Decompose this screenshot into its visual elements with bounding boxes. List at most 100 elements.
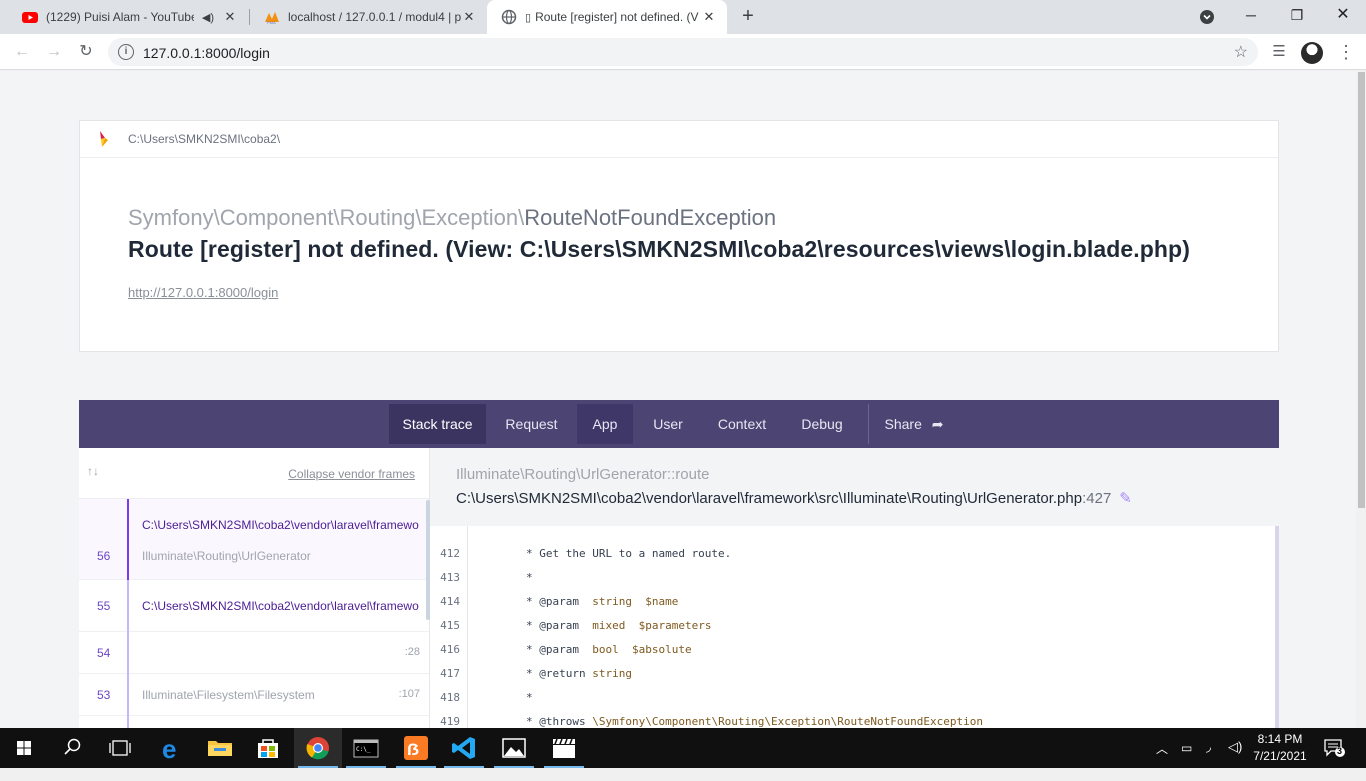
back-button[interactable]: ← bbox=[10, 40, 34, 64]
selected-frame-file: C:\Users\SMKN2SMI\coba2\vendor\laravel\f… bbox=[456, 489, 1132, 507]
line-number: 417 bbox=[440, 667, 460, 680]
reading-list-icon[interactable]: ☰ bbox=[1267, 40, 1291, 64]
collapse-vendor-frames-link[interactable]: Collapse vendor frames bbox=[288, 467, 415, 481]
volume-icon[interactable]: ◁) bbox=[1228, 739, 1242, 779]
close-tab-icon[interactable]: ✕ bbox=[461, 9, 477, 25]
stack-frame[interactable]: 54 :28 bbox=[79, 632, 429, 674]
notification-count: 3 bbox=[1337, 746, 1343, 756]
close-tab-icon[interactable]: ✕ bbox=[222, 9, 238, 25]
tab-debug[interactable]: Debug bbox=[791, 404, 853, 444]
ignition-logo-icon bbox=[100, 131, 108, 147]
page-content: C:\Users\SMKN2SMI\coba2\ Symfony\Compone… bbox=[0, 71, 1356, 728]
clock-time: 8:14 PM bbox=[1257, 732, 1303, 746]
code-line: 419 * @throws \Symfony\Component\Routing\… bbox=[430, 710, 1279, 728]
new-tab-button[interactable]: + bbox=[736, 5, 760, 29]
close-window-button[interactable]: ✕ bbox=[1320, 0, 1366, 34]
search-button[interactable] bbox=[48, 728, 96, 768]
forward-button[interactable]: → bbox=[42, 40, 66, 64]
wifi-icon[interactable]: ◞ bbox=[1206, 739, 1211, 779]
start-button[interactable] bbox=[0, 728, 48, 768]
address-bar[interactable]: i 127.0.0.1:8000/login ☆ bbox=[108, 38, 1258, 66]
tab-share[interactable]: Share ➦ bbox=[879, 404, 949, 444]
frame-nav-arrows-icon[interactable]: ↑↓ bbox=[87, 464, 99, 478]
show-hidden-icons-chevron-icon[interactable]: ︿ bbox=[1156, 740, 1168, 780]
xampp-app[interactable]: ẞ bbox=[392, 728, 440, 768]
url-text: 127.0.0.1:8000/login bbox=[143, 45, 270, 61]
code-line: 418 * bbox=[430, 686, 1279, 710]
edge-icon: e bbox=[162, 734, 176, 764]
exception-class: Symfony\Component\Routing\Exception\Rout… bbox=[128, 205, 776, 231]
speaker-icon[interactable]: ◀) bbox=[202, 11, 214, 24]
frame-number: 56 bbox=[97, 549, 111, 563]
bookmark-star-icon[interactable]: ☆ bbox=[1234, 42, 1248, 62]
edge-app[interactable]: e bbox=[148, 728, 196, 768]
tab-request[interactable]: Request bbox=[493, 404, 570, 444]
tab-label: Route [register] not defined. (V bbox=[535, 10, 699, 24]
exception-message: Route [register] not defined. (View: C:\… bbox=[128, 236, 1190, 262]
reload-button[interactable]: ↻ bbox=[74, 40, 98, 64]
code-line: 415 * @param mixed $parameters bbox=[430, 614, 1279, 638]
menu-icon[interactable]: ⋮ bbox=[1334, 40, 1358, 64]
frame-number: 54 bbox=[97, 646, 111, 660]
edit-pencil-icon[interactable]: ✎ bbox=[1119, 489, 1132, 507]
photos-app[interactable] bbox=[490, 728, 538, 768]
code-line: 413 * bbox=[430, 566, 1279, 590]
selected-file-line: :427 bbox=[1082, 490, 1112, 507]
terminal-icon: C:\_ bbox=[353, 739, 379, 758]
line-number: 416 bbox=[440, 643, 460, 656]
tab-search-button[interactable] bbox=[1184, 0, 1230, 34]
windows-logo-icon bbox=[17, 741, 31, 755]
battery-icon[interactable]: ▭ bbox=[1181, 741, 1192, 781]
exception-short-name: RouteNotFoundException bbox=[524, 205, 777, 230]
frame-line: :28 bbox=[404, 646, 420, 658]
stack-frame[interactable] bbox=[79, 716, 429, 728]
error-card: C:\Users\SMKN2SMI\coba2\ Symfony\Compone… bbox=[79, 120, 1279, 352]
profile-avatar[interactable] bbox=[1301, 42, 1323, 64]
page-scrollbar-thumb[interactable] bbox=[1358, 72, 1365, 508]
info-icon[interactable]: i bbox=[118, 44, 134, 60]
clapperboard-icon bbox=[553, 738, 575, 758]
stack-frame[interactable]: 53 Illuminate\Filesystem\Filesystem :107 bbox=[79, 674, 429, 716]
folder-icon bbox=[208, 741, 232, 756]
tab-app[interactable]: App bbox=[577, 404, 633, 444]
browser-tab-phpmyadmin[interactable]: PMA localhost / 127.0.0.1 / modul4 | p ✕ bbox=[250, 0, 487, 34]
restore-button[interactable]: ❐ bbox=[1274, 0, 1320, 34]
video-editor-app[interactable] bbox=[540, 728, 588, 768]
file-explorer-app[interactable] bbox=[196, 728, 244, 768]
xampp-icon: ẞ bbox=[404, 736, 428, 760]
line-text: * @param mixed $parameters bbox=[526, 619, 712, 632]
terminal-app[interactable]: C:\_ bbox=[342, 728, 390, 768]
taskbar-clock[interactable]: 8:14 PM 7/21/2021 bbox=[1246, 731, 1314, 765]
close-tab-icon[interactable]: ✕ bbox=[701, 9, 717, 25]
browser-tab-active[interactable]: ▯ Route [register] not defined. (V ✕ bbox=[487, 0, 727, 34]
task-view-button[interactable] bbox=[96, 728, 144, 768]
minimize-button[interactable]: ─ bbox=[1228, 0, 1274, 34]
photos-icon bbox=[502, 738, 526, 758]
chrome-app[interactable] bbox=[294, 728, 342, 768]
stack-frame[interactable]: 55 C:\Users\SMKN2SMI\coba2\vendor\larave… bbox=[79, 580, 429, 632]
frame-class: Illuminate\Routing\UrlGenerator bbox=[142, 549, 311, 563]
tab-label: localhost / 127.0.0.1 / modul4 | p bbox=[288, 10, 461, 24]
tab-stack-trace[interactable]: Stack trace bbox=[389, 404, 486, 444]
frame-line: :107 bbox=[398, 688, 420, 700]
stack-frame[interactable]: C:\Users\SMKN2SMI\coba2\vendor\laravel\f… bbox=[79, 499, 429, 580]
frame-number: 53 bbox=[97, 688, 111, 702]
line-text: * @return string bbox=[526, 667, 632, 680]
share-arrow-icon: ➦ bbox=[931, 416, 944, 432]
request-url-link[interactable]: http://127.0.0.1:8000/login bbox=[128, 285, 278, 300]
frame-class: Illuminate\Filesystem\Filesystem bbox=[142, 688, 315, 702]
chrome-icon bbox=[306, 737, 329, 760]
notifications-button[interactable]: 3 bbox=[1324, 738, 1346, 758]
tab-context[interactable]: Context bbox=[706, 404, 778, 444]
phpmyadmin-icon: PMA bbox=[265, 12, 279, 25]
store-app[interactable] bbox=[244, 728, 292, 768]
code-snippet: 412 * Get the URL to a named route. 413 * … bbox=[430, 526, 1279, 728]
vscode-app[interactable] bbox=[440, 728, 488, 768]
tab-user[interactable]: User bbox=[641, 404, 695, 444]
browser-tab-youtube[interactable]: (1229) Puisi Alam - YouTube ◀) ✕ bbox=[8, 0, 248, 34]
tab-divider bbox=[868, 404, 869, 444]
line-number: 413 bbox=[440, 571, 460, 584]
emoji-placeholder-icon: ▯ bbox=[525, 11, 532, 24]
line-number: 415 bbox=[440, 619, 460, 632]
line-text: * @throws \Symfony\Component\Routing\Exc… bbox=[526, 715, 983, 728]
